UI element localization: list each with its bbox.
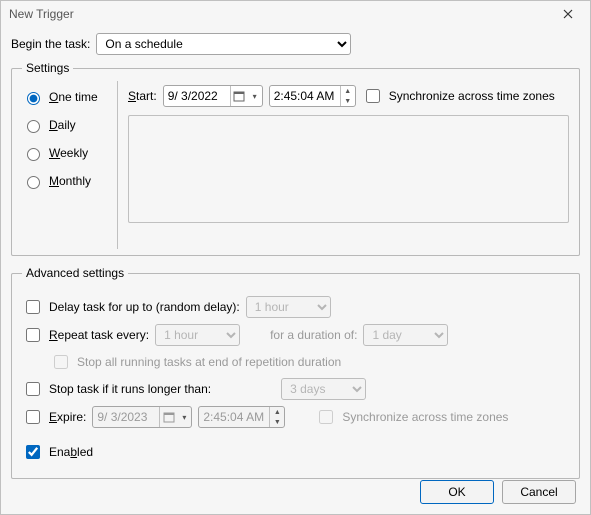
expire-checkbox[interactable] — [26, 410, 40, 424]
stop-if-label: Stop task if it runs longer than: — [49, 382, 211, 396]
spin-up-icon[interactable]: ▲ — [270, 407, 284, 417]
expire-time-input[interactable] — [199, 407, 269, 427]
start-time-input[interactable] — [270, 86, 340, 106]
calendar-icon[interactable] — [230, 86, 248, 106]
settings-group: Settings One time Daily Weekly Monthly — [11, 61, 580, 256]
settings-legend: Settings — [22, 61, 73, 75]
calendar-icon[interactable] — [159, 407, 177, 427]
expire-label: Expire: — [49, 410, 86, 424]
radio-one-time[interactable] — [27, 92, 40, 105]
start-date-input[interactable] — [164, 86, 230, 106]
expire-date-picker[interactable]: ▾ — [92, 406, 192, 428]
repeat-duration-select[interactable]: 1 day — [363, 324, 448, 346]
stop-if-checkbox[interactable] — [26, 382, 40, 396]
titlebar: New Trigger — [1, 1, 590, 27]
radio-daily-label: Daily — [49, 118, 76, 132]
stop-if-value-select[interactable]: 3 days — [281, 378, 366, 400]
radio-weekly-label: Weekly — [49, 146, 88, 160]
radio-one-time-label: One time — [49, 90, 98, 104]
close-button[interactable] — [554, 3, 582, 25]
start-time-picker[interactable]: ▲ ▼ — [269, 85, 356, 107]
start-date-picker[interactable]: ▾ — [163, 85, 263, 107]
stop-all-label: Stop all running tasks at end of repetit… — [77, 355, 341, 369]
delay-checkbox[interactable] — [26, 300, 40, 314]
enabled-label: Enabled — [49, 445, 93, 459]
expire-date-input[interactable] — [93, 407, 159, 427]
spin-down-icon[interactable]: ▼ — [270, 417, 284, 427]
window-title: New Trigger — [9, 7, 74, 21]
chevron-down-icon[interactable]: ▾ — [248, 86, 262, 106]
dialog-footer: OK Cancel — [420, 480, 576, 504]
advanced-group: Advanced settings Delay task for up to (… — [11, 266, 580, 479]
radio-monthly[interactable] — [27, 176, 40, 189]
expire-sync-tz-label: Synchronize across time zones — [342, 410, 508, 424]
ok-button[interactable]: OK — [420, 480, 494, 504]
schedule-details-panel — [128, 115, 569, 223]
cancel-button[interactable]: Cancel — [502, 480, 576, 504]
vertical-divider — [117, 81, 118, 249]
chevron-down-icon[interactable]: ▾ — [177, 407, 191, 427]
delay-value-select[interactable]: 1 hour — [246, 296, 331, 318]
expire-sync-tz-checkbox — [319, 410, 333, 424]
repeat-checkbox[interactable] — [26, 328, 40, 342]
begin-task-select[interactable]: On a schedule — [96, 33, 351, 55]
repeat-label: Repeat task every: — [49, 328, 149, 342]
sync-tz-label: Synchronize across time zones — [389, 89, 555, 103]
radio-monthly-label: Monthly — [49, 174, 91, 188]
repeat-value-select[interactable]: 1 hour — [155, 324, 240, 346]
schedule-options: One time Daily Weekly Monthly — [22, 85, 107, 245]
sync-tz-checkbox[interactable] — [366, 89, 380, 103]
close-icon — [563, 9, 573, 19]
advanced-legend: Advanced settings — [22, 266, 128, 280]
radio-weekly[interactable] — [27, 148, 40, 161]
spin-down-icon[interactable]: ▼ — [341, 96, 355, 106]
repeat-duration-label: for a duration of: — [270, 328, 357, 342]
begin-task-label: Begin the task: — [11, 37, 90, 51]
expire-time-picker[interactable]: ▲ ▼ — [198, 406, 285, 428]
delay-label: Delay task for up to (random delay): — [49, 300, 240, 314]
start-label: Start: — [128, 89, 157, 103]
radio-daily[interactable] — [27, 120, 40, 133]
spin-up-icon[interactable]: ▲ — [341, 86, 355, 96]
stop-all-checkbox — [54, 355, 68, 369]
enabled-checkbox[interactable] — [26, 445, 40, 459]
